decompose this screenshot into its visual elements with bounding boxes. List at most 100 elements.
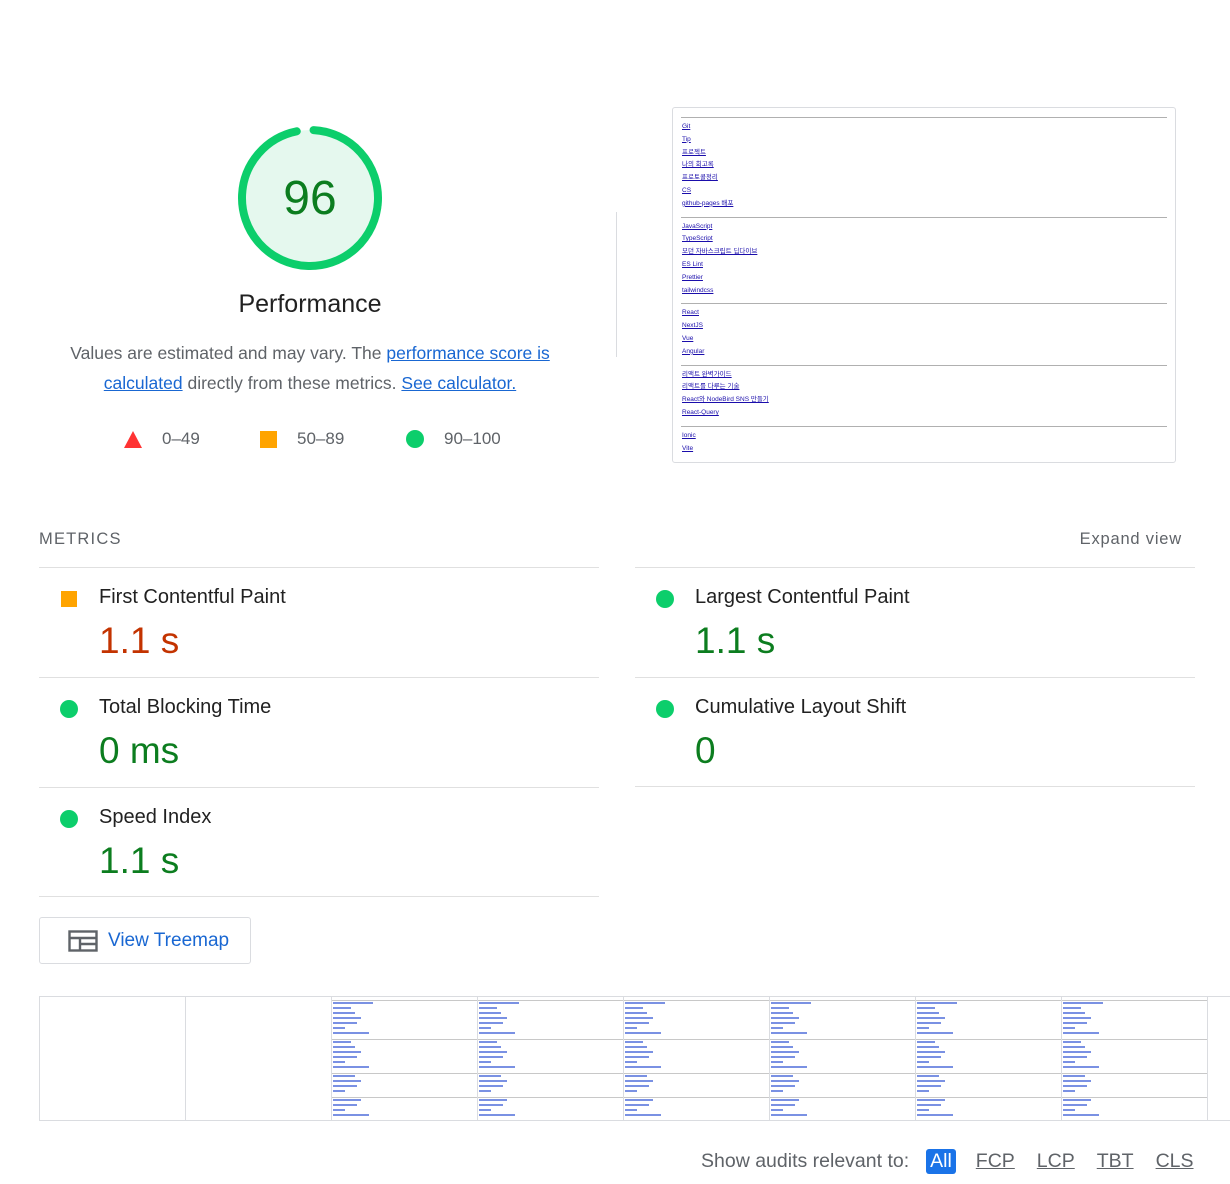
filmstrip-frame (478, 997, 624, 1120)
metric-title: Speed Index (99, 806, 212, 828)
filter-chip-cls[interactable]: CLS (1154, 1150, 1196, 1173)
frame-link-line (771, 1075, 793, 1077)
frame-link-line (625, 1017, 653, 1019)
green-circle-icon (656, 590, 674, 608)
frame-divider (916, 1073, 1061, 1074)
frame-link-line (771, 1002, 811, 1004)
frame-divider (478, 1073, 623, 1074)
frame-link-line (479, 1109, 491, 1111)
frame-link-line (625, 1041, 643, 1043)
frame-link-line (1063, 1090, 1075, 1092)
metric-value: 0 ms (99, 730, 180, 771)
frame-link-line (625, 1099, 653, 1101)
screenshot-link: 리액트를 다루는 기술 (682, 383, 740, 391)
performance-score: 96 (283, 171, 337, 225)
legend-item-pass: 90–100 (406, 429, 501, 449)
frame-link-line (479, 1085, 503, 1087)
frame-link-line (917, 1066, 953, 1068)
frame-link-line (917, 1099, 945, 1101)
screenshot-link: Vue (682, 335, 694, 342)
category-title: Performance (238, 290, 382, 318)
filmstrip-frame (1062, 997, 1208, 1120)
screenshot-divider (681, 425, 1167, 427)
screenshot-divider (681, 117, 1167, 118)
frame-link-line (917, 1017, 945, 1019)
frame-link-line (333, 1051, 361, 1053)
frame-link-line (917, 1046, 939, 1048)
frame-link-line (917, 1007, 935, 1009)
frame-link-line (771, 1022, 795, 1024)
frame-link-line (771, 1027, 783, 1029)
frame-link-line (771, 1056, 795, 1058)
filmstrip-frame (40, 997, 186, 1120)
frame-link-line (1063, 1099, 1091, 1101)
metric-total-blocking-time: Total Blocking Time 0 ms (39, 678, 599, 788)
green-circle-icon (60, 700, 78, 718)
frame-link-line (771, 1099, 799, 1101)
see-calculator-link[interactable]: See calculator. (401, 373, 516, 393)
metric-speed-index: Speed Index 1.1 s (39, 788, 599, 898)
frame-link-line (333, 1080, 361, 1082)
expand-view-toggle[interactable]: Expand view (1080, 530, 1182, 549)
frame-link-line (479, 1061, 491, 1063)
metrics-header: METRICS (39, 530, 122, 548)
legend-item-fail: 0–49 (124, 429, 200, 449)
orange-square-icon (61, 591, 77, 607)
filter-chip-all[interactable]: All (926, 1149, 956, 1174)
filmstrip-frame (186, 997, 332, 1120)
metric-title: Largest Contentful Paint (695, 586, 910, 608)
treemap-icon (68, 929, 98, 952)
screenshot-link: Ionic (682, 431, 696, 439)
frame-link-line (1063, 1066, 1099, 1068)
vertical-divider (616, 212, 617, 357)
frame-divider (624, 1097, 769, 1098)
final-screenshot[interactable]: Git Tip 프로젝트 나의 회고록 프로토콜정리 CS github-pages 배포 J… (672, 107, 1176, 463)
frame-link-line (771, 1080, 799, 1082)
divider (39, 896, 599, 897)
frame-link-line (479, 1099, 507, 1101)
frame-link-line (333, 1085, 357, 1087)
filter-chip-tbt[interactable]: TBT (1095, 1150, 1136, 1173)
frame-link-line (479, 1007, 497, 1009)
frame-link-line (625, 1012, 647, 1014)
screenshot-link: Prettier (682, 273, 703, 281)
screenshot-link: TypeScript (682, 235, 713, 243)
frame-divider (624, 1073, 769, 1074)
frame-link-line (917, 1104, 941, 1106)
frame-link-line (479, 1104, 503, 1106)
filter-chip-fcp[interactable]: FCP (974, 1150, 1017, 1173)
frame-link-line (333, 1007, 351, 1009)
frame-divider (332, 1000, 477, 1001)
frame-link-line (1063, 1080, 1091, 1082)
filter-chip-lcp[interactable]: LCP (1035, 1150, 1077, 1173)
view-treemap-button[interactable]: View Treemap (39, 917, 251, 964)
frame-link-line (333, 1056, 357, 1058)
description-middle: directly from these metrics. (182, 373, 402, 393)
frame-link-line (1063, 1114, 1099, 1116)
score-description: Values are estimated and may vary. The p… (52, 338, 568, 398)
frame-link-line (1063, 1002, 1103, 1004)
frame-divider (770, 1000, 915, 1001)
screenshot-link: Git (682, 123, 691, 130)
metric-largest-contentful-paint: Largest Contentful Paint 1.1 s (635, 568, 1195, 678)
frame-link-line (771, 1090, 783, 1092)
screenshot-link: 프로토콜정리 (682, 174, 718, 182)
frame-link-line (333, 1066, 369, 1068)
frame-link-line (771, 1007, 789, 1009)
screenshot-link: Tip (682, 135, 691, 143)
metric-title: Cumulative Layout Shift (695, 696, 907, 718)
orange-square-icon (260, 430, 277, 448)
filmstrip (39, 996, 1230, 1121)
frame-link-line (917, 1114, 953, 1116)
frame-link-line (917, 1061, 929, 1063)
frame-link-line (479, 1046, 501, 1048)
frame-link-line (917, 1041, 935, 1043)
frame-link-line (917, 1090, 929, 1092)
audit-filter-label: Show audits relevant to: (701, 1150, 910, 1172)
frame-link-line (479, 1012, 501, 1014)
frame-link-line (917, 1032, 953, 1034)
frame-link-line (333, 1090, 345, 1092)
frame-divider (916, 1097, 1061, 1098)
frame-link-line (333, 1017, 361, 1019)
frame-link-line (1063, 1061, 1075, 1063)
